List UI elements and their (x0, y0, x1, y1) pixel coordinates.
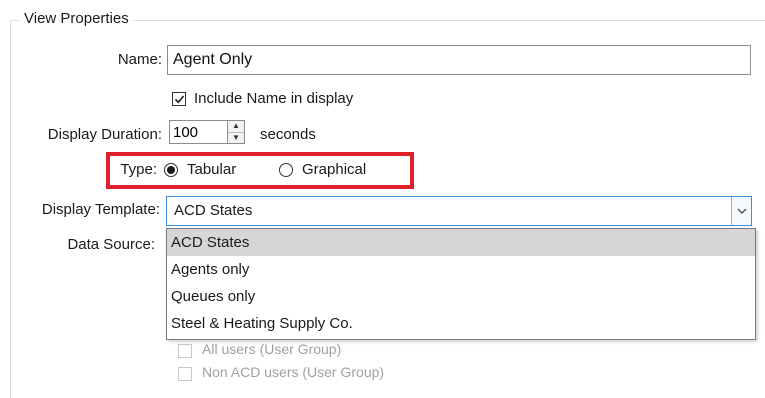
name-label: Name: (117, 51, 162, 68)
display-duration-label: Display Duration: (47, 126, 162, 143)
dropdown-option[interactable]: Queues only (167, 283, 755, 310)
include-name-checkbox[interactable] (172, 92, 186, 106)
radio-tabular-label: Tabular (187, 161, 237, 178)
group-legend: View Properties (20, 9, 133, 29)
dropdown-option[interactable]: Agents only (167, 256, 755, 283)
chevron-down-icon[interactable] (731, 197, 751, 225)
data-source-item-non-acd: Non ACD users (User Group) (202, 364, 385, 380)
data-source-checkbox-all-users (178, 344, 192, 358)
spin-up-icon[interactable]: ▲ (228, 121, 244, 133)
template-dropdown-list: ACD States Agents only Queues only Steel… (166, 228, 756, 340)
display-template-combo[interactable]: ACD States (166, 196, 752, 226)
include-name-label: Include Name in display (194, 90, 354, 107)
duration-input[interactable] (169, 120, 227, 144)
dropdown-option[interactable]: ACD States (167, 229, 755, 256)
radio-graphical[interactable] (279, 163, 293, 177)
combo-value: ACD States (174, 202, 253, 219)
data-source-label: Data Source: (67, 236, 155, 253)
duration-spinner: ▲ ▼ (227, 120, 245, 144)
data-source-item-all-users: All users (User Group) (202, 341, 342, 357)
radio-selected-dot (167, 166, 175, 174)
spin-down-icon[interactable]: ▼ (228, 133, 244, 144)
dropdown-option[interactable]: Steel & Heating Supply Co. (167, 310, 755, 337)
name-input[interactable] (167, 45, 751, 75)
radio-graphical-label: Graphical (302, 161, 367, 178)
type-label: Type: (120, 161, 157, 178)
duration-unit-label: seconds (260, 126, 316, 143)
data-source-checkbox-non-acd (178, 367, 192, 381)
checkmark-icon (174, 94, 184, 103)
display-template-label: Display Template: (41, 201, 160, 218)
radio-tabular[interactable] (164, 163, 178, 177)
